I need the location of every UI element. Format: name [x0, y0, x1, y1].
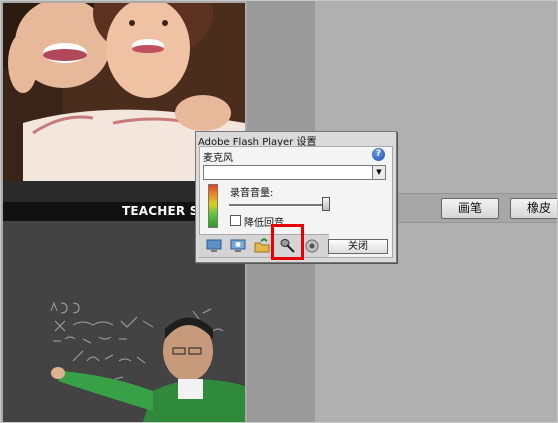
settings-tab-bar — [199, 234, 329, 257]
volume-slider-thumb[interactable] — [322, 197, 330, 211]
teacher-label: TEACHER S — [122, 204, 199, 218]
eraser-button[interactable]: 橡皮 — [510, 198, 557, 219]
pen-button[interactable]: 画笔 — [441, 198, 499, 219]
camera-icon[interactable] — [303, 238, 321, 254]
microphone-section-label: 麦克风 — [203, 153, 233, 164]
microphone-tab-highlight — [271, 224, 304, 260]
privacy-display-icon[interactable] — [205, 238, 223, 254]
volume-slider-track[interactable] — [229, 204, 325, 207]
local-storage-monitor-icon[interactable] — [229, 238, 247, 254]
app-frame: TEACHER S 画笔 橡皮 Adobe Flash Player 设置 麦克… — [0, 0, 558, 423]
volume-level-meter — [208, 184, 218, 228]
reduce-echo-checkbox[interactable] — [230, 215, 241, 226]
help-icon[interactable]: ? — [372, 148, 385, 161]
chevron-down-icon[interactable]: ▼ — [372, 166, 385, 179]
microphone-select[interactable]: ▼ — [203, 165, 386, 180]
storage-folder-icon[interactable] — [253, 237, 271, 254]
close-button[interactable]: 关闭 — [328, 239, 388, 254]
record-volume-label: 录音音量: — [230, 188, 274, 199]
